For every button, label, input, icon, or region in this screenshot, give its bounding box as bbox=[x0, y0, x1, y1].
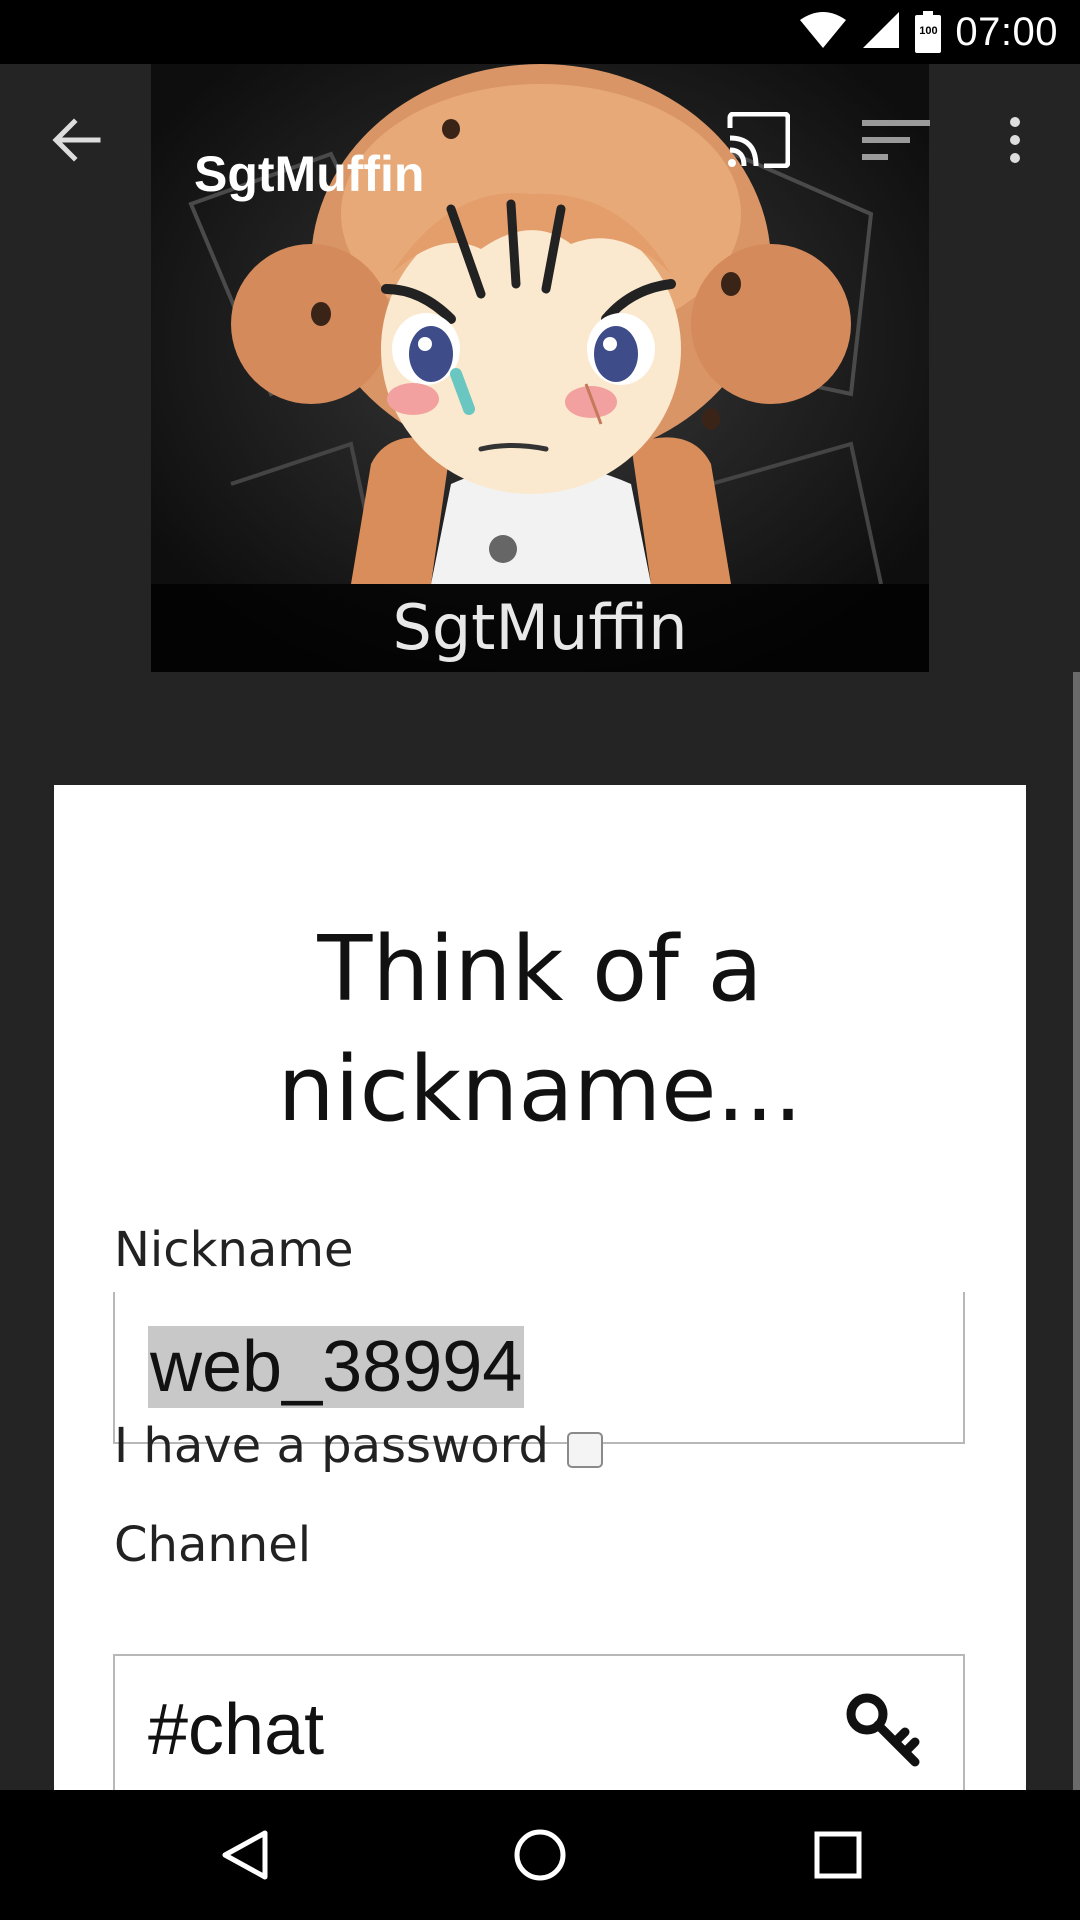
home-circle-icon[interactable] bbox=[495, 1810, 585, 1900]
scrollbar[interactable] bbox=[1073, 672, 1080, 1790]
password-label: I have a password bbox=[114, 1418, 549, 1474]
heading-line-2: nickname... bbox=[277, 1037, 803, 1142]
banner-caption: SgtMuffin bbox=[151, 584, 929, 672]
system-navigation-bar bbox=[0, 1790, 1080, 1920]
overflow-menu-icon[interactable] bbox=[985, 104, 1045, 176]
back-triangle-icon[interactable] bbox=[200, 1810, 290, 1900]
cell-signal-icon bbox=[861, 10, 901, 55]
nickname-value: web_38994 bbox=[148, 1326, 525, 1408]
status-bar: 100 07:00 bbox=[0, 0, 1080, 64]
heading-line-1: Think of a bbox=[317, 917, 763, 1022]
back-arrow-icon[interactable] bbox=[40, 104, 112, 176]
nickname-label: Nickname bbox=[114, 1222, 354, 1278]
key-icon[interactable] bbox=[845, 1692, 921, 1768]
wifi-icon bbox=[799, 10, 847, 55]
toolbar-title: SgtMuffin bbox=[194, 146, 425, 202]
password-checkbox[interactable] bbox=[567, 1432, 603, 1468]
channel-value: #chat bbox=[148, 1690, 325, 1770]
card-heading: Think of a nickname... bbox=[54, 910, 1026, 1150]
nickname-card: Think of a nickname... Nickname web_3899… bbox=[54, 785, 1026, 1790]
battery-level: 100 bbox=[919, 25, 938, 37]
recents-square-icon[interactable] bbox=[793, 1810, 883, 1900]
clock: 07:00 bbox=[955, 9, 1058, 54]
sort-icon[interactable] bbox=[860, 104, 932, 176]
app-toolbar: SgtMuffin bbox=[0, 64, 1080, 214]
channel-label: Channel bbox=[114, 1517, 312, 1573]
app-content: SgtMuffin SgtMuffin Think of a nickname.… bbox=[0, 64, 1080, 1790]
channel-input[interactable]: #chat bbox=[113, 1654, 965, 1790]
cast-icon[interactable] bbox=[722, 104, 794, 176]
battery-icon: 100 bbox=[915, 11, 942, 53]
